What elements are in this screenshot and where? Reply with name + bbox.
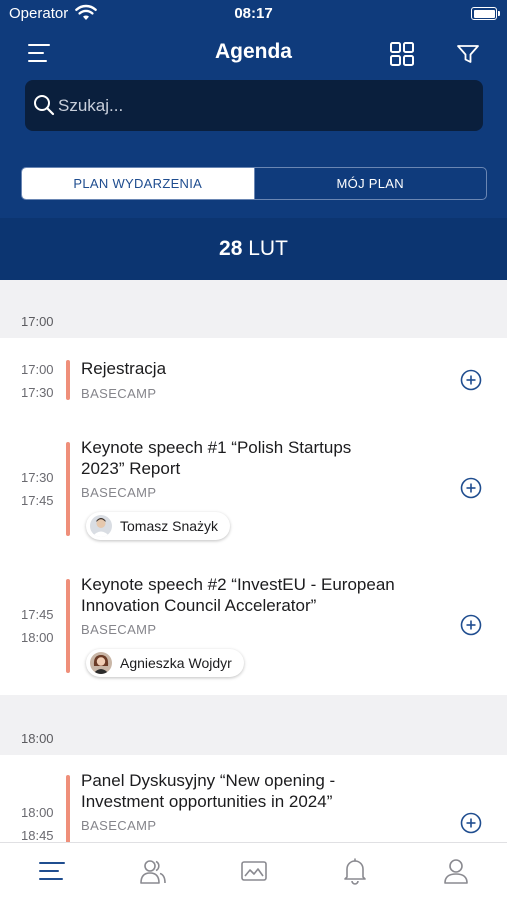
grid-view-button[interactable] [388,40,416,68]
search-icon [34,95,55,116]
time-group-card: 18:00 18:45 Panel Dyskusyjny “New openin… [0,755,507,842]
grid-icon [390,42,414,66]
event-start-time: 17:00 [21,362,54,377]
event-location: BASECAMP [81,818,157,833]
add-to-plan-icon[interactable] [460,812,482,834]
event-accent-bar [66,775,70,842]
tab-bar [0,842,507,900]
tab-gallery[interactable] [239,857,269,885]
date-month: LUT [248,237,288,260]
tab-event-plan[interactable]: PLAN WYDARZENIA [22,168,254,199]
event-item[interactable]: 17:00 17:30 Rejestracja BASECAMP [0,338,507,418]
event-start-time: 18:00 [21,805,54,820]
event-item[interactable]: 17:45 18:00 Keynote speech #2 “InvestEU … [0,555,507,695]
agenda-segmented-control: PLAN WYDARZENIA MÓJ PLAN [21,167,487,200]
time-group-header: 18:00 [21,731,54,746]
event-location: BASECAMP [81,485,157,500]
tab-notifications[interactable] [340,857,370,885]
tab-profile[interactable] [441,857,471,885]
add-to-plan-icon[interactable] [460,369,482,391]
event-title-line: Investment opportunities in 2024” [81,792,333,811]
clock: 08:17 [234,5,273,22]
tab-people[interactable] [138,857,168,885]
event-title-line: Keynote speech #1 “Polish Startups [81,438,352,457]
filter-icon [457,45,479,63]
avatar [90,652,112,674]
speaker-chip[interactable]: Agnieszka Wojdyr [86,649,244,677]
profile-icon [444,859,468,884]
event-end-time: 17:30 [21,385,54,400]
event-title-line: Keynote speech #2 “InvestEU - European [81,575,395,594]
avatar [90,515,112,537]
app-header: Operator 08:17 Agenda Szukaj... PLAN WYD… [0,0,507,280]
agenda-list[interactable]: 17:00 17:00 17:30 Rejestracja BASECAMP 1… [0,280,507,842]
event-accent-bar [66,442,70,536]
event-start-time: 17:45 [21,607,54,622]
time-group-card: 17:00 17:30 Rejestracja BASECAMP 17:30 1… [0,338,507,695]
tab-agenda[interactable] [37,857,67,885]
event-accent-bar [66,579,70,673]
event-title: Rejestracja [81,359,167,378]
add-to-plan-icon[interactable] [460,477,482,499]
event-title: Keynote speech #2 “InvestEU - European I… [81,574,431,616]
people-icon [140,860,166,884]
filter-button[interactable] [455,41,481,67]
notifications-icon [344,858,366,885]
event-location: BASECAMP [81,622,157,637]
event-accent-bar [66,360,70,400]
event-title-line: Innovation Council Accelerator” [81,596,317,615]
event-end-time: 18:00 [21,630,54,645]
event-start-time: 17:30 [21,470,54,485]
time-group-header: 17:00 [21,314,54,329]
date-banner: 28 LUT [0,218,507,280]
date-day: 28 [219,237,243,260]
speaker-name: Tomasz Snażyk [120,518,219,534]
speaker-chip[interactable]: Tomasz Snażyk [86,512,231,540]
event-end-time: 18:45 [21,828,54,842]
gallery-icon [241,861,267,881]
event-title: Panel Dyskusyjny “New opening - Investme… [81,770,431,812]
battery-icon [471,7,500,20]
search-input[interactable]: Szukaj... [25,80,483,131]
speaker-name: Agnieszka Wojdyr [120,655,232,671]
agenda-icon [39,862,65,880]
event-location: BASECAMP [81,386,157,401]
search-placeholder: Szukaj... [58,96,124,115]
status-bar: Operator 08:17 [0,0,507,28]
event-title: Keynote speech #1 “Polish Startups 2023”… [81,437,431,479]
tab-my-plan[interactable]: MÓJ PLAN [253,168,487,199]
event-title-line: 2023” Report [81,459,181,478]
event-item[interactable]: 17:30 17:45 Keynote speech #1 “Polish St… [0,418,507,555]
add-to-plan-icon[interactable] [460,614,482,636]
event-title-line: Panel Dyskusyjny “New opening - [81,771,336,790]
event-item[interactable]: 18:00 18:45 Panel Dyskusyjny “New openin… [0,755,507,842]
event-end-time: 17:45 [21,493,54,508]
page-title: Agenda [214,40,292,63]
